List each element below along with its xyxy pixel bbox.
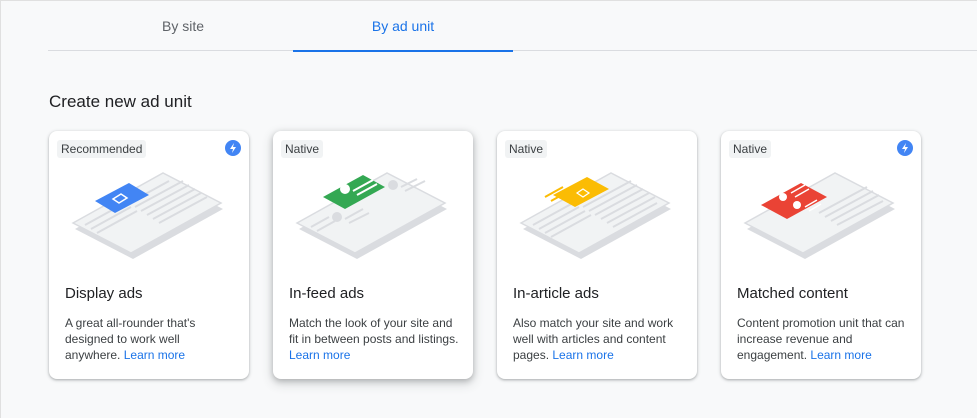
card-in-article-ads[interactable]: Native In-article ads Also match your si…	[497, 131, 697, 379]
learn-more-link[interactable]: Learn more	[810, 348, 871, 362]
card-description: Match the look of your site and fit in b…	[289, 315, 461, 363]
display-ad-illustration	[71, 172, 223, 259]
card-description: Content promotion unit that can increase…	[737, 315, 909, 363]
native-chip: Native	[281, 140, 324, 158]
tab-bar: By site By ad unit	[48, 0, 977, 52]
tab-by-ad-unit[interactable]: By ad unit	[293, 0, 513, 52]
in-article-ad-illustration	[519, 172, 671, 259]
card-title: In-feed ads	[289, 285, 365, 302]
card-display-ads[interactable]: Recommended Display ads A great all-roun…	[49, 131, 249, 379]
bolt-icon	[225, 140, 241, 156]
card-title: Display ads	[65, 285, 143, 302]
learn-more-link[interactable]: Learn more	[552, 348, 613, 362]
learn-more-link[interactable]: Learn more	[124, 348, 185, 362]
in-feed-ad-illustration	[295, 172, 447, 259]
tab-by-site[interactable]: By site	[73, 0, 293, 51]
card-title: In-article ads	[513, 285, 599, 302]
recommended-chip: Recommended	[57, 140, 147, 158]
card-in-feed-ads[interactable]: Native In-feed ads Match the look of you…	[273, 131, 473, 379]
native-chip: Native	[505, 140, 548, 158]
card-description-text: Match the look of your site and fit in b…	[289, 316, 459, 346]
matched-content-illustration	[743, 172, 895, 259]
card-description: A great all-rounder that's designed to w…	[65, 315, 237, 363]
section-title: Create new ad unit	[49, 92, 192, 111]
card-description: Also match your site and work well with …	[513, 315, 685, 363]
native-chip: Native	[729, 140, 772, 158]
card-title: Matched content	[737, 285, 848, 302]
card-matched-content[interactable]: Native Matched content Content promotion…	[721, 131, 921, 379]
learn-more-link[interactable]: Learn more	[289, 348, 350, 362]
bolt-icon	[897, 140, 913, 156]
